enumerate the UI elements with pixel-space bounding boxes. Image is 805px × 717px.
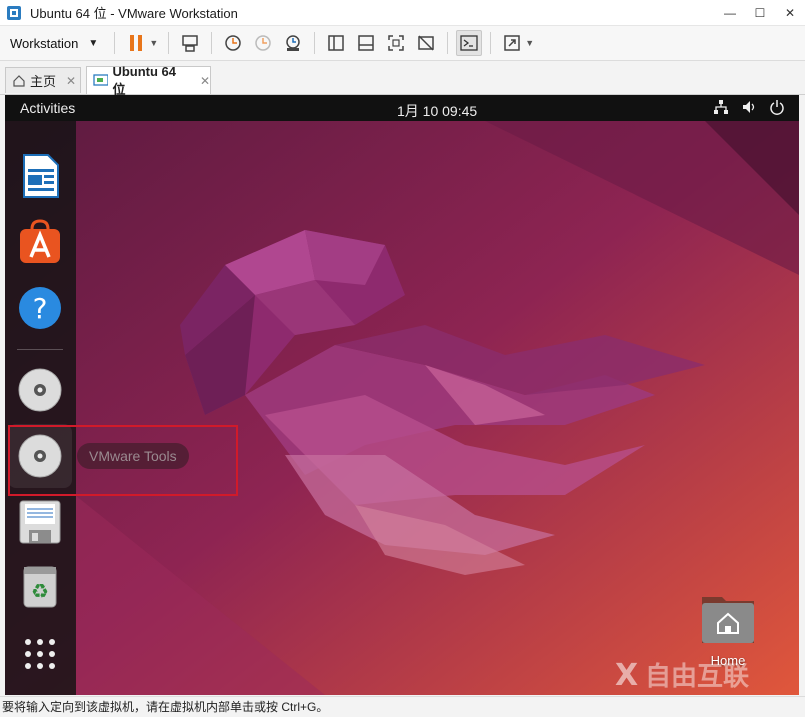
vmware-logo-icon — [7, 5, 21, 20]
tab-home-label: 主页 — [30, 74, 57, 89]
app-center-icon[interactable] — [15, 217, 65, 267]
snapshot-take-icon[interactable] — [220, 30, 246, 56]
vm-console[interactable]: Activities 1月 10 09:45 ? ♻ VMware Tools … — [5, 95, 799, 695]
unity-icon[interactable] — [413, 30, 439, 56]
tab-home[interactable]: 主页 ✕ — [5, 67, 81, 93]
minimize-icon[interactable]: — — [715, 0, 745, 25]
snapshot-manager-icon[interactable] — [280, 30, 306, 56]
svg-text:X: X — [615, 658, 638, 693]
clock[interactable]: 1月 10 09:45 — [397, 101, 477, 121]
close-icon[interactable]: ✕ — [775, 0, 805, 25]
toolbar-divider — [168, 32, 170, 54]
toolbar-divider — [114, 32, 116, 54]
status-bar: 要将输入定向到该虚拟机，请在虚拟机内部单击或按 Ctrl+G。 — [0, 696, 805, 717]
close-icon[interactable]: ✕ — [200, 74, 210, 88]
jellyfish-wallpaper — [5, 95, 799, 695]
cd-drive-icon[interactable] — [15, 365, 65, 415]
console-view-icon[interactable] — [456, 30, 483, 56]
title-bar: Ubuntu 64 位 - VMware Workstation — ☐ ✕ — [0, 0, 805, 26]
full-screen-icon[interactable] — [383, 30, 409, 56]
chevron-down-icon: ▼ — [88, 37, 99, 49]
trash-icon[interactable]: ♻ — [15, 561, 65, 611]
volume-icon[interactable] — [741, 99, 757, 115]
gnome-top-bar: Activities 1月 10 09:45 — [5, 95, 799, 121]
tab-bar: 主页 ✕ Ubuntu 64 位 ✕ — [0, 61, 805, 97]
maximize-icon[interactable]: ☐ — [745, 0, 775, 25]
home-icon — [13, 74, 25, 87]
workstation-menu-label: Workstation — [10, 35, 79, 51]
toolbar-divider — [314, 32, 316, 54]
floppy-drive-icon[interactable] — [15, 497, 65, 547]
tab-ubuntu-label: Ubuntu 64 位 — [112, 63, 177, 97]
activities-button[interactable]: Activities — [20, 100, 75, 116]
workstation-menu[interactable]: Workstation ▼ — [10, 36, 98, 51]
dock-separator — [17, 349, 63, 350]
network-icon[interactable] — [713, 99, 729, 115]
libreoffice-writer-icon[interactable] — [15, 151, 65, 201]
snapshot-revert-icon[interactable] — [250, 30, 276, 56]
show-apps-icon[interactable] — [15, 629, 65, 679]
stretch-icon[interactable] — [499, 30, 525, 56]
svg-text:?: ? — [33, 292, 48, 325]
home-folder-icon[interactable] — [700, 589, 756, 645]
toolbar-divider — [211, 32, 213, 54]
close-icon[interactable]: ✕ — [66, 74, 76, 88]
library-icon[interactable] — [323, 30, 349, 56]
ubuntu-dock: ? ♻ — [5, 121, 76, 695]
toolbar: Workstation ▼ ▼ ▼ — [0, 26, 805, 61]
thumbnail-bar-icon[interactable] — [353, 30, 379, 56]
window-title: Ubuntu 64 位 - VMware Workstation — [30, 6, 238, 21]
pause-dropdown-icon[interactable]: ▼ — [149, 38, 158, 48]
svg-text:自由互联: 自由互联 — [645, 661, 749, 692]
tab-ubuntu-vm[interactable]: Ubuntu 64 位 ✕ — [86, 64, 211, 97]
toolbar-divider — [490, 32, 492, 54]
watermark-logo: X 自由互联 — [615, 658, 749, 693]
vm-icon — [93, 73, 109, 86]
send-ctrl-alt-del-icon[interactable] — [177, 30, 203, 56]
svg-text:♻: ♻ — [31, 579, 49, 603]
help-icon[interactable]: ? — [15, 283, 65, 333]
pause-icon[interactable] — [123, 30, 149, 56]
toolbar-divider — [447, 32, 449, 54]
stretch-dropdown-icon[interactable]: ▼ — [525, 38, 534, 48]
annotation-highlight-box — [8, 425, 238, 496]
power-icon[interactable] — [769, 99, 785, 115]
